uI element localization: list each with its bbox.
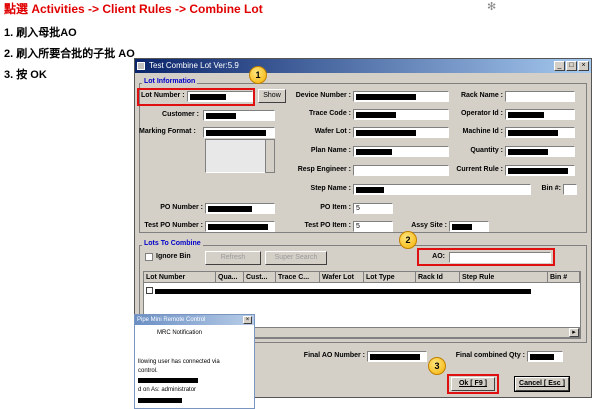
- marking-format-field: [203, 127, 275, 138]
- row-checkbox[interactable]: [146, 287, 153, 294]
- ignore-bin-label: Ignore Bin: [156, 253, 191, 260]
- refresh-button[interactable]: Refresh: [205, 251, 261, 265]
- close-button[interactable]: ×: [578, 61, 589, 71]
- final-ao-label: Final AO Number :: [303, 352, 365, 359]
- instructions-title: 點選 Activities -> Client Rules -> Combine…: [4, 2, 263, 16]
- step-2: 2. 刷入所要合批的子批 AO: [4, 48, 135, 60]
- marking-format-scrollbar[interactable]: [265, 139, 275, 173]
- scroll-right-icon[interactable]: ▸: [569, 328, 579, 337]
- plan-name-field: [353, 146, 449, 157]
- lots-to-combine-label: Lots To Combine: [142, 240, 203, 247]
- minimize-button[interactable]: _: [554, 61, 565, 71]
- resp-engineer-field: [353, 165, 449, 176]
- trace-code-label: Trace Code :: [308, 110, 351, 117]
- operator-id-label: Operator Id :: [460, 110, 503, 117]
- po-number-label: PO Number :: [160, 204, 203, 211]
- callout-badge-1: 1: [249, 66, 267, 84]
- final-qty-label: Final combined Qty :: [455, 352, 525, 359]
- super-search-button[interactable]: Super Search: [265, 251, 327, 265]
- test-po-item-label: Test PO Item :: [304, 222, 351, 229]
- callout-badge-3: 3: [428, 357, 446, 375]
- show-button[interactable]: Show: [258, 89, 286, 103]
- assy-site-label: Assy Site :: [411, 222, 447, 229]
- maximize-button[interactable]: □: [566, 61, 577, 71]
- table-row[interactable]: [155, 289, 531, 294]
- rack-name-field: [505, 91, 575, 102]
- wafer-lot-label: Wafer Lot :: [314, 128, 351, 135]
- app-icon: [137, 62, 145, 70]
- current-rule-field: [505, 165, 575, 176]
- current-rule-label: Current Rule :: [456, 166, 503, 173]
- popup-line-1: llowing user has connected via: [138, 359, 220, 365]
- step-1: 1. 刷入母批AO: [4, 27, 77, 39]
- ignore-bin-checkbox[interactable]: [145, 253, 153, 261]
- test-po-item-field: 5: [353, 221, 393, 232]
- column-header[interactable]: Qua...: [216, 272, 244, 283]
- column-header[interactable]: Bin #: [548, 272, 580, 283]
- column-header[interactable]: Wafer Lot: [320, 272, 364, 283]
- popup-titlebar: Pipe Mini Remote Control: [135, 315, 254, 325]
- test-po-number-field: [205, 221, 275, 232]
- device-number-label: Device Number :: [295, 92, 351, 99]
- column-header[interactable]: Step Rule: [460, 272, 548, 283]
- bin-field: [563, 184, 577, 195]
- step-name-field: [353, 184, 531, 195]
- column-header[interactable]: Rack Id: [416, 272, 460, 283]
- popup-redacted: [138, 378, 198, 383]
- callout-box-lot-number: [137, 88, 255, 106]
- step-3: 3. 按 OK: [4, 69, 47, 81]
- mrc-notification-popup: Pipe Mini Remote Control × MRC Notificat…: [134, 314, 255, 409]
- window-title: Test Combine Lot Ver:5.9: [149, 61, 239, 70]
- wafer-lot-field: [353, 127, 449, 138]
- column-header[interactable]: Lot Number: [144, 272, 216, 283]
- callout-badge-2: 2: [399, 231, 417, 249]
- operator-id-field: [505, 109, 575, 120]
- marking-format-label: Marking Format :: [139, 128, 196, 135]
- assy-site-field: [449, 221, 489, 232]
- po-number-field: [205, 203, 275, 214]
- rack-name-label: Rack Name :: [460, 92, 503, 99]
- window-titlebar: Test Combine Lot Ver:5.9: [135, 59, 591, 73]
- trace-code-field: [353, 109, 449, 120]
- step-name-label: Step Name :: [310, 185, 351, 192]
- customer-field: [203, 110, 275, 121]
- resp-engineer-label: Resp Engineer :: [297, 166, 351, 173]
- bin-label: Bin #:: [541, 185, 561, 192]
- logo-icon: ✻: [487, 1, 497, 13]
- po-item-value: 5: [356, 205, 360, 212]
- customer-label: Customer :: [162, 111, 199, 118]
- po-item-label: PO Item :: [320, 204, 351, 211]
- column-header[interactable]: Trace C...: [276, 272, 320, 283]
- ao-label: AO:: [432, 253, 445, 260]
- test-po-item-value: 5: [356, 223, 360, 230]
- popup-line-3: d on As: administrator: [138, 387, 197, 393]
- plan-name-label: Plan Name :: [310, 147, 351, 154]
- column-header[interactable]: Cust...: [244, 272, 276, 283]
- device-number-field: [353, 91, 449, 102]
- popup-heading: MRC Notification: [157, 330, 203, 336]
- lot-info-label: Lot Information: [142, 78, 198, 85]
- final-ao-field: [367, 351, 427, 362]
- cancel-button[interactable]: Cancel [ Esc ]: [514, 376, 570, 392]
- quantity-label: Quantity :: [470, 147, 503, 154]
- ao-input[interactable]: [449, 252, 551, 263]
- ok-button[interactable]: Ok [ F9 ]: [451, 377, 495, 391]
- final-qty-field: [527, 351, 563, 362]
- popup-close-icon[interactable]: ×: [243, 316, 252, 324]
- popup-line-2: control.: [138, 368, 158, 374]
- column-header[interactable]: Lot Type: [364, 272, 416, 283]
- test-po-number-label: Test PO Number :: [144, 222, 203, 229]
- popup-redacted: [138, 398, 182, 403]
- machine-id-field: [505, 127, 575, 138]
- machine-id-label: Machine Id :: [462, 128, 503, 135]
- po-item-field: 5: [353, 203, 393, 214]
- quantity-field: [505, 146, 575, 157]
